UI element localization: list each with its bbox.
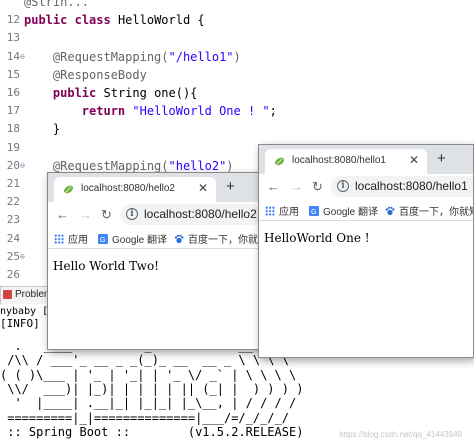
browser-window-hello2[interactable]: localhost:8080/hello2 ✕ + ← → ↻ i localh… [47,172,265,350]
apps-grid-icon [54,234,64,244]
bookmark-baidu[interactable]: 百度一下，你就知道 [174,231,264,246]
line-number: 17 [6,104,20,118]
info-icon[interactable]: i [126,208,138,220]
banner-line: /\\ / ___'_ __ _ _(_)_ __ __ _ \ \ \ \ [0,353,289,368]
page-body-text: HelloWorld One ! [264,231,370,245]
tab-strip: localhost:8080/hello1 ✕ + [259,145,473,174]
browser-toolbar: ← → ↻ i localhost:8080/hello2 [48,202,264,227]
svg-text:G: G [311,209,316,216]
google-translate-icon: G [98,234,108,244]
code-text: return "HelloWorld One ! "; [81,104,277,119]
line-number: 23 [6,213,20,227]
forward-button[interactable]: → [290,179,303,194]
browser-tab-hello1[interactable]: localhost:8080/hello1 ✕ [265,149,427,174]
code-line[interactable]: 16 public String one(){ [0,84,474,102]
baidu-paw-icon [174,234,184,244]
page-body-text: Hello World Two! [53,259,159,273]
url-text: localhost:8080/hello1 [355,179,468,193]
code-line[interactable]: 15 @ResponseBody [0,66,474,84]
line-number: 22 [6,195,20,209]
bookmark-baidu-label: 百度一下，你就知道 [399,207,473,218]
fold-toggle-icon[interactable]: ⊖ [20,248,26,266]
code-text: @Strin... [24,0,97,9]
bookmark-baidu-label: 百度一下，你就知道 [188,235,264,246]
page-content: HelloWorld One ! [259,221,473,357]
reload-button[interactable]: ↻ [312,179,323,195]
code-line[interactable]: 17 return "HelloWorld One ! "; [0,102,474,120]
code-line[interactable]: 14 ⊖ @RequestMapping("/hello1") [0,48,474,66]
banner-line: ( ( )\___ | '_ | '_| | '_ \/ _` | \ \ \ … [0,367,297,382]
code-text: @RequestMapping("/hello1") [52,49,241,64]
line-number: 14 [6,49,20,63]
bookmarks-bar: 应用 G Google 翻译 百度一下，你就知道 [259,199,473,221]
banner-line: \\/ ___)| |_)| | | | | || (_| | ) ) ) ) [0,381,304,396]
tab-title: localhost:8080/hello2 [81,183,175,194]
browser-tab-hello2[interactable]: localhost:8080/hello2 ✕ [54,177,216,202]
google-translate-icon: G [309,206,319,216]
bookmarks-bar: 应用 G Google 翻译 百度一下，你就知道 [48,227,264,249]
code-text: @ResponseBody [52,67,147,82]
line-number: 26 [6,268,20,280]
line-number: 25 [6,249,20,263]
close-tab-icon[interactable]: ✕ [198,181,208,195]
leaf-favicon-icon [63,185,74,194]
leaf-favicon-icon [274,157,285,166]
banner-line: :: Spring Boot :: (v1.5.2.RELEASE) [0,424,304,439]
code-text: public class HelloWorld { [24,13,205,28]
line-number: 12 [6,13,20,27]
bookmark-apps-label: 应用 [68,235,88,246]
back-button[interactable]: ← [56,207,69,222]
address-bar[interactable]: i localhost:8080/hello2 [120,204,262,225]
line-number: 21 [6,177,20,190]
bookmark-google-translate[interactable]: G Google 翻译 [98,231,167,246]
tab-title: localhost:8080/hello1 [292,155,386,166]
line-number: 19 [6,140,20,154]
apps-grid-icon [265,206,275,216]
code-line[interactable]: 12 public class HelloWorld { [0,11,474,29]
bookmark-baidu[interactable]: 百度一下，你就知道 [385,203,473,218]
bookmark-apps[interactable]: 应用 [265,203,299,218]
baidu-paw-icon [385,206,395,216]
line-number: 24 [6,231,20,245]
code-line[interactable]: 13 [0,29,474,47]
line-number: 20 [6,158,20,172]
reload-button[interactable]: ↻ [101,207,112,223]
back-button[interactable]: ← [267,179,280,194]
bookmark-translate-label: Google 翻译 [112,235,168,246]
bookmark-translate-label: Google 翻译 [323,207,379,218]
bookmark-apps-label: 应用 [279,207,299,218]
url-text: localhost:8080/hello2 [144,207,257,221]
code-text: public String one(){ [52,86,198,100]
forward-button[interactable]: → [79,207,92,222]
banner-line: =========|_|==============|___/=/_/_/_/ [0,410,289,425]
banner-line: ' |____| .__|_| |_|_| |_\__, | / / / / [0,396,297,411]
bookmark-apps[interactable]: 应用 [54,231,88,246]
line-number: 16 [6,86,20,99]
problems-icon [3,290,12,299]
code-text: } [24,122,61,137]
new-tab-button[interactable]: + [437,150,446,167]
close-tab-icon[interactable]: ✕ [409,153,419,167]
code-line[interactable]: 18 } [0,120,474,138]
code-line[interactable]: @Strin... [0,0,474,11]
address-bar[interactable]: i localhost:8080/hello1 [331,176,473,197]
browser-toolbar: ← → ↻ i localhost:8080/hello1 [259,174,473,199]
line-number: 15 [6,67,20,81]
browser-window-hello1[interactable]: localhost:8080/hello1 ✕ + ← → ↻ i localh… [258,144,474,358]
line-number: 18 [6,122,20,136]
console-info-line: [INFO] - [0,317,53,330]
page-content: Hello World Two! [48,249,264,349]
tab-strip: localhost:8080/hello2 ✕ + [48,173,264,202]
bookmark-google-translate[interactable]: G Google 翻译 [309,203,378,218]
info-icon[interactable]: i [337,180,349,192]
new-tab-button[interactable]: + [226,178,235,195]
watermark: https://blog.csdn.net/qq_41443949 [339,430,462,439]
line-number: 13 [6,31,20,45]
svg-text:G: G [100,237,105,244]
